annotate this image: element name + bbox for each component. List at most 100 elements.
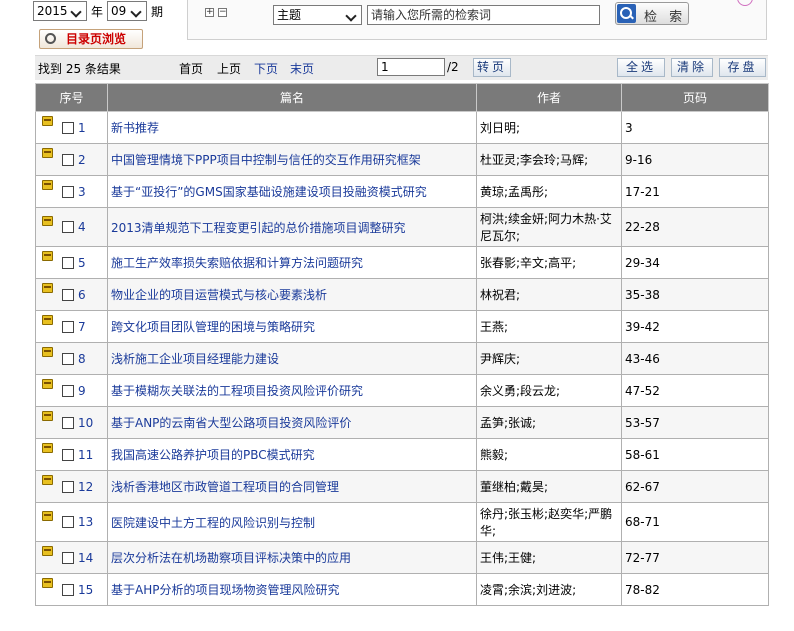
author-cell: 黄琼;孟禹彤; — [476, 175, 622, 208]
year-value: 2015 — [37, 4, 68, 18]
row-checkbox[interactable] — [62, 185, 74, 198]
pages-cell: 62-67 — [621, 470, 769, 503]
document-icon[interactable] — [42, 148, 53, 159]
next-page-link[interactable]: 下页 — [254, 60, 278, 77]
row-checkbox[interactable] — [62, 256, 74, 269]
search-field-value: 主题 — [277, 8, 302, 22]
author-cell: 杜亚灵;李会玲;马辉; — [476, 143, 622, 176]
document-icon[interactable] — [42, 283, 53, 294]
row-checkbox[interactable] — [62, 583, 74, 596]
article-title-link[interactable]: 我国高速公路养护项目的PBC模式研究 — [111, 448, 315, 462]
article-title-link[interactable]: 新书推荐 — [111, 121, 159, 135]
select-all-button[interactable]: 全选 — [617, 58, 665, 77]
seq-cell: 13 — [35, 502, 108, 542]
table-header-row: 序号 篇名 作者 页码 — [35, 83, 769, 112]
document-icon[interactable] — [42, 443, 53, 454]
header-author: 作者 — [476, 83, 622, 112]
save-button[interactable]: 存盘 — [719, 58, 766, 77]
last-page-link[interactable]: 末页 — [290, 60, 314, 77]
seq-number: 11 — [78, 447, 94, 462]
document-icon[interactable] — [42, 116, 53, 127]
article-title-link[interactable]: 基于ANP的云南省大型公路项目投资风险评价 — [111, 416, 351, 430]
title-cell: 2013清单规范下工程变更引起的总价措施项目调整研究 — [107, 207, 477, 247]
document-icon[interactable] — [42, 546, 53, 557]
author-cell: 董继柏;戴昊; — [476, 470, 622, 503]
row-checkbox[interactable] — [62, 153, 74, 166]
row-checkbox[interactable] — [62, 384, 74, 397]
year-select[interactable]: 2015 — [33, 1, 87, 21]
row-checkbox[interactable] — [62, 516, 74, 529]
author-cell: 刘日明; — [476, 111, 622, 144]
document-icon[interactable] — [42, 510, 53, 521]
header-pages: 页码 — [621, 83, 769, 112]
table-row: 11 我国高速公路养护项目的PBC模式研究 熊毅; 58-61 — [35, 438, 769, 471]
search-input[interactable]: 请输入您所需的检索词 — [367, 5, 600, 25]
document-icon[interactable] — [42, 180, 53, 191]
search-field-select[interactable]: 主题 — [273, 5, 362, 25]
title-cell: 新书推荐 — [107, 111, 477, 144]
author-cell: 王伟;王健; — [476, 541, 622, 574]
issue-select[interactable]: 09 — [107, 1, 147, 21]
search-button[interactable]: 检 索 — [615, 2, 689, 25]
row-checkbox[interactable] — [62, 448, 74, 461]
issue-label: 期 — [151, 5, 164, 19]
author-cell: 王燕; — [476, 310, 622, 343]
row-checkbox[interactable] — [62, 320, 74, 333]
seq-cell: 6 — [35, 278, 108, 311]
article-title-link[interactable]: 中国管理情境下PPP项目中控制与信任的交互作用研究框架 — [111, 153, 421, 167]
article-title-link[interactable]: 2013清单规范下工程变更引起的总价措施项目调整研究 — [111, 221, 406, 235]
page-number-input[interactable]: 1 — [377, 58, 445, 76]
results-table: 序号 篇名 作者 页码 1 新书推荐 刘日明; 3 2 中国管理情境下PPP项目中控制与信… — [35, 83, 769, 606]
table-row: 6 物业企业的项目运营模式与核心要素浅析 林祝君; 35-38 — [35, 278, 769, 311]
search-icon — [617, 4, 636, 23]
article-title-link[interactable]: 基于模糊灰关联法的工程项目投资风险评价研究 — [111, 384, 363, 398]
document-icon[interactable] — [42, 347, 53, 358]
title-cell: 基于AHP分析的项目现场物资管理风险研究 — [107, 573, 477, 606]
header-title: 篇名 — [107, 83, 477, 112]
seq-cell: 10 — [35, 406, 108, 439]
article-title-link[interactable]: 浅析施工企业项目经理能力建设 — [111, 352, 279, 366]
article-title-link[interactable]: 跨文化项目团队管理的困境与策略研究 — [111, 320, 315, 334]
article-title-link[interactable]: 浅析香港地区市政管道工程项目的合同管理 — [111, 480, 339, 494]
first-page-link[interactable]: 首页 — [179, 60, 203, 77]
article-title-link[interactable]: 基于“亚投行”的GMS国家基础设施建设项目投融资模式研究 — [111, 185, 427, 199]
author-cell: 凌霄;余滨;刘进波; — [476, 573, 622, 606]
title-cell: 中国管理情境下PPP项目中控制与信任的交互作用研究框架 — [107, 143, 477, 176]
collapse-icon[interactable]: − — [218, 8, 227, 17]
title-cell: 浅析香港地区市政管道工程项目的合同管理 — [107, 470, 477, 503]
seq-cell: 5 — [35, 246, 108, 279]
title-cell: 物业企业的项目运营模式与核心要素浅析 — [107, 278, 477, 311]
document-icon[interactable] — [42, 315, 53, 326]
article-title-link[interactable]: 物业企业的项目运营模式与核心要素浅析 — [111, 288, 327, 302]
document-icon[interactable] — [42, 411, 53, 422]
directory-browse-button[interactable]: 目录页浏览 — [39, 29, 143, 49]
article-title-link[interactable]: 施工生产效率损失索赔依据和计算方法问题研究 — [111, 256, 363, 270]
table-row: 15 基于AHP分析的项目现场物资管理风险研究 凌霄;余滨;刘进波; 78-82 — [35, 573, 769, 606]
clear-button[interactable]: 清除 — [671, 58, 713, 77]
seq-cell: 1 — [35, 111, 108, 144]
expand-icon[interactable]: + — [205, 8, 214, 17]
row-checkbox[interactable] — [62, 551, 74, 564]
article-title-link[interactable]: 医院建设中土方工程的风险识别与控制 — [111, 516, 315, 530]
title-cell: 基于ANP的云南省大型公路项目投资风险评价 — [107, 406, 477, 439]
result-count: 找到 25 条结果 — [38, 62, 121, 76]
document-icon[interactable] — [42, 215, 53, 226]
row-checkbox[interactable] — [62, 288, 74, 301]
row-checkbox[interactable] — [62, 416, 74, 429]
article-title-link[interactable]: 层次分析法在机场勘察项目评标决策中的应用 — [111, 551, 351, 565]
author-cell: 余义勇;段云龙; — [476, 374, 622, 407]
row-checkbox[interactable] — [62, 480, 74, 493]
row-checkbox[interactable] — [62, 121, 74, 134]
document-icon[interactable] — [42, 475, 53, 486]
row-checkbox[interactable] — [62, 352, 74, 365]
document-icon[interactable] — [42, 251, 53, 262]
prev-page-link[interactable]: 上页 — [217, 60, 241, 77]
go-page-button[interactable]: 转页 — [473, 58, 511, 77]
document-icon[interactable] — [42, 379, 53, 390]
document-icon[interactable] — [42, 578, 53, 589]
article-title-link[interactable]: 基于AHP分析的项目现场物资管理风险研究 — [111, 583, 339, 597]
row-checkbox[interactable] — [62, 221, 74, 234]
pages-cell: 35-38 — [621, 278, 769, 311]
result-toolbar: 找到 25 条结果 首页 上页 下页 末页 1 /2 转页 全选 清除 存盘 — [35, 55, 768, 80]
seq-number: 10 — [78, 415, 94, 430]
